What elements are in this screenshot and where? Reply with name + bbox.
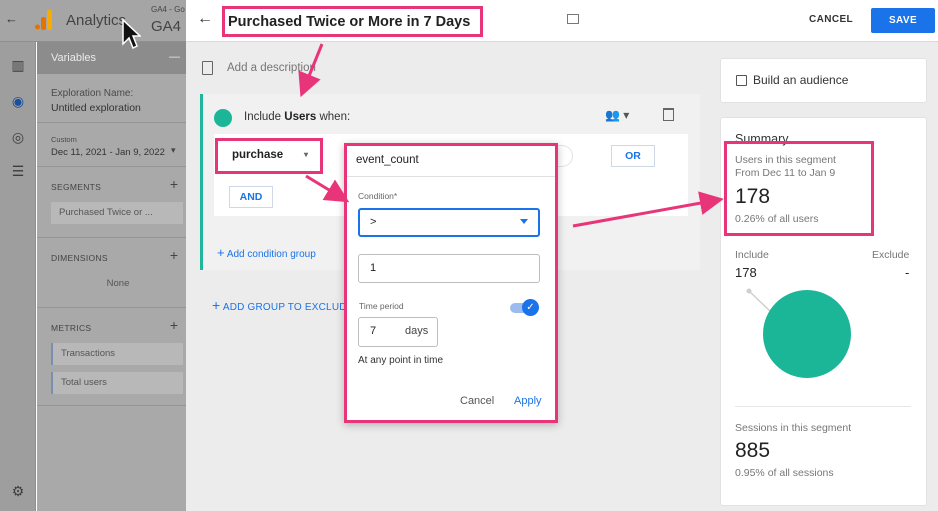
- parameter-name: event_count: [356, 154, 419, 166]
- settings-gear-icon[interactable]: ⚙: [9, 482, 27, 500]
- chevron-down-icon: ▾: [304, 150, 309, 159]
- left-nav-rail: ▥ ◉ ◎ ☰ ⚙: [0, 42, 36, 511]
- divider: [37, 405, 186, 406]
- add-group-exclude-label: ADD GROUP TO EXCLUD: [222, 302, 347, 313]
- description-icon: [202, 61, 213, 75]
- popup-cancel-button[interactable]: Cancel: [460, 395, 494, 407]
- segments-label: SEGMENTS: [51, 182, 102, 192]
- explore-icon[interactable]: ◉: [9, 92, 27, 110]
- sessions-count: 885: [735, 439, 771, 462]
- add-dimension-icon[interactable]: +: [170, 247, 178, 263]
- exploration-name-label: Exploration Name:: [51, 88, 134, 99]
- divider: [735, 406, 911, 407]
- include-entity[interactable]: Users: [284, 111, 316, 123]
- metric-chip-transactions[interactable]: Transactions: [51, 343, 183, 365]
- event-name: purchase: [232, 149, 284, 161]
- build-audience-checkbox[interactable]: [736, 75, 747, 86]
- save-button[interactable]: SAVE: [871, 8, 935, 33]
- include-value: 178: [735, 265, 757, 280]
- pie-slice-include: [763, 290, 851, 378]
- add-group-to-exclude-link[interactable]: + ADD GROUP TO EXCLUD: [212, 297, 347, 313]
- date-dropdown-icon[interactable]: ▾: [171, 145, 176, 156]
- add-condition-group-link[interactable]: + Add condition group: [217, 245, 316, 260]
- app-name: Analytics: [66, 12, 127, 29]
- or-button[interactable]: OR: [611, 145, 655, 167]
- configure-icon[interactable]: ☰: [9, 162, 27, 180]
- exploration-name-value[interactable]: Untitled exploration: [51, 102, 141, 114]
- plus-icon: +: [217, 245, 225, 260]
- condition-value-input[interactable]: 1: [358, 254, 540, 283]
- cancel-button[interactable]: CANCEL: [809, 14, 853, 25]
- advertising-icon[interactable]: ◎: [9, 128, 27, 146]
- date-custom-label: Custom: [51, 135, 77, 144]
- include-prefix: Include: [244, 111, 282, 123]
- chevron-down-icon: [520, 219, 528, 224]
- divider: [37, 237, 186, 238]
- divider: [347, 176, 555, 177]
- metric-chip-total-users[interactable]: Total users: [51, 372, 183, 394]
- segment-type-icon[interactable]: [567, 14, 579, 24]
- plus-icon: +: [212, 297, 221, 313]
- reports-icon[interactable]: ▥: [9, 56, 27, 74]
- include-statement[interactable]: Include Users when:: [244, 111, 350, 123]
- property-name: GA4: [151, 18, 182, 35]
- segment-title[interactable]: Purchased Twice or More in 7 Days: [222, 6, 483, 37]
- users-scope-icon[interactable]: 👥 ▾: [605, 108, 629, 122]
- variables-title: Variables: [37, 42, 186, 74]
- include-label: Include: [735, 249, 769, 261]
- description-input[interactable]: Add a description: [227, 62, 316, 74]
- divider: [37, 166, 186, 167]
- date-range[interactable]: Dec 11, 2021 - Jan 9, 2022: [51, 147, 165, 158]
- pie-leader-line: [748, 290, 773, 314]
- check-icon[interactable]: ✓: [522, 299, 539, 316]
- add-condition-group-label: Add condition group: [226, 249, 316, 260]
- include-suffix: when:: [319, 111, 351, 123]
- close-builder-back-icon[interactable]: ←: [197, 10, 213, 28]
- condition-label: Condition*: [358, 191, 398, 201]
- segment-color-dot: [214, 109, 232, 127]
- variables-panel: Variables — Exploration Name: Untitled e…: [37, 42, 186, 511]
- and-button[interactable]: AND: [229, 186, 273, 208]
- segment-pie-chart: [746, 288, 851, 378]
- event-count-parameter-popup: [344, 143, 558, 423]
- any-point-in-time-option[interactable]: At any point in time: [358, 355, 443, 366]
- collapse-icon[interactable]: —: [169, 51, 180, 63]
- days-value: 7: [370, 325, 377, 337]
- days-unit: days: [405, 325, 429, 337]
- divider: [37, 307, 186, 308]
- popup-apply-button[interactable]: Apply: [514, 395, 542, 407]
- segment-chip[interactable]: Purchased Twice or ...: [51, 202, 183, 224]
- condition-operator-select[interactable]: >: [358, 208, 540, 237]
- time-period-label: Time period: [359, 301, 404, 311]
- build-audience-label: Build an audience: [753, 73, 849, 87]
- analytics-logo-icon: [35, 10, 52, 30]
- exclude-label: Exclude: [872, 249, 910, 261]
- back-arrow-icon[interactable]: ←: [5, 11, 18, 26]
- app-header-dimmed: ← Analytics GA4 - Go GA4: [0, 0, 186, 42]
- ga4-segment-builder: ← Analytics GA4 - Go GA4 ▥ ◉ ◎ ☰ ⚙ Varia…: [0, 0, 938, 511]
- dimensions-none: None: [106, 278, 130, 289]
- divider: [37, 122, 186, 123]
- add-metric-icon[interactable]: +: [170, 317, 178, 333]
- metrics-label: METRICS: [51, 323, 92, 333]
- add-segment-icon[interactable]: +: [170, 176, 178, 192]
- pie-leader-dot: [746, 288, 752, 294]
- event-dropdown[interactable]: purchase ▾: [215, 138, 323, 174]
- users-highlight-box: [724, 141, 874, 236]
- sessions-percentage: 0.95% of all sessions: [735, 467, 834, 479]
- mouse-cursor-icon: [122, 18, 141, 50]
- sessions-in-segment-label: Sessions in this segment: [735, 422, 852, 434]
- delete-group-icon[interactable]: [663, 108, 674, 121]
- exclude-value: -: [905, 265, 910, 280]
- dimensions-label: DIMENSIONS: [51, 253, 108, 263]
- property-name-small: GA4 - Go: [151, 5, 185, 14]
